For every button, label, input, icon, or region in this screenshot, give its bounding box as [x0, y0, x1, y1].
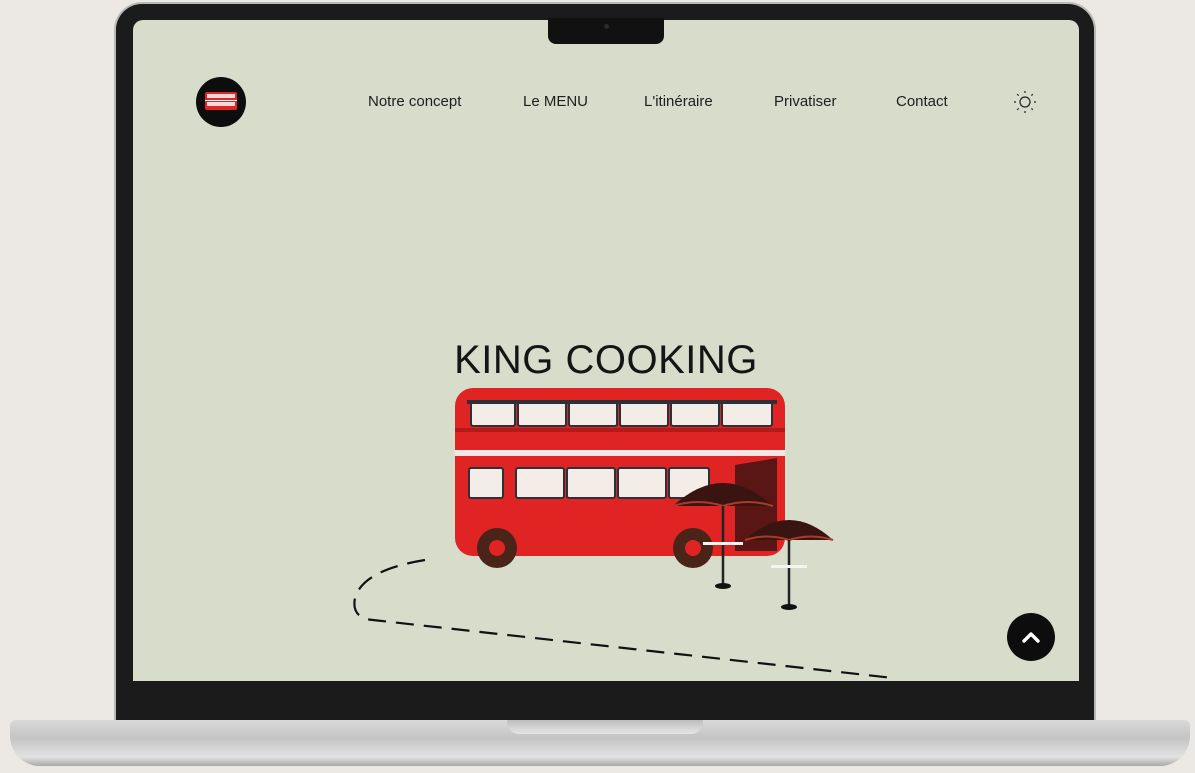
- website-screen: Notre concept Le MENU L'itinéraire Priva…: [133, 20, 1079, 681]
- laptop-bezel: [116, 681, 1094, 721]
- laptop-base-notch: [507, 720, 703, 734]
- camera-notch: [548, 18, 664, 44]
- camera-icon: [604, 24, 609, 29]
- scroll-to-top-button[interactable]: [1007, 613, 1055, 661]
- chevron-up-icon: [1022, 632, 1040, 643]
- double-decker-bus-illustration: [353, 388, 894, 680]
